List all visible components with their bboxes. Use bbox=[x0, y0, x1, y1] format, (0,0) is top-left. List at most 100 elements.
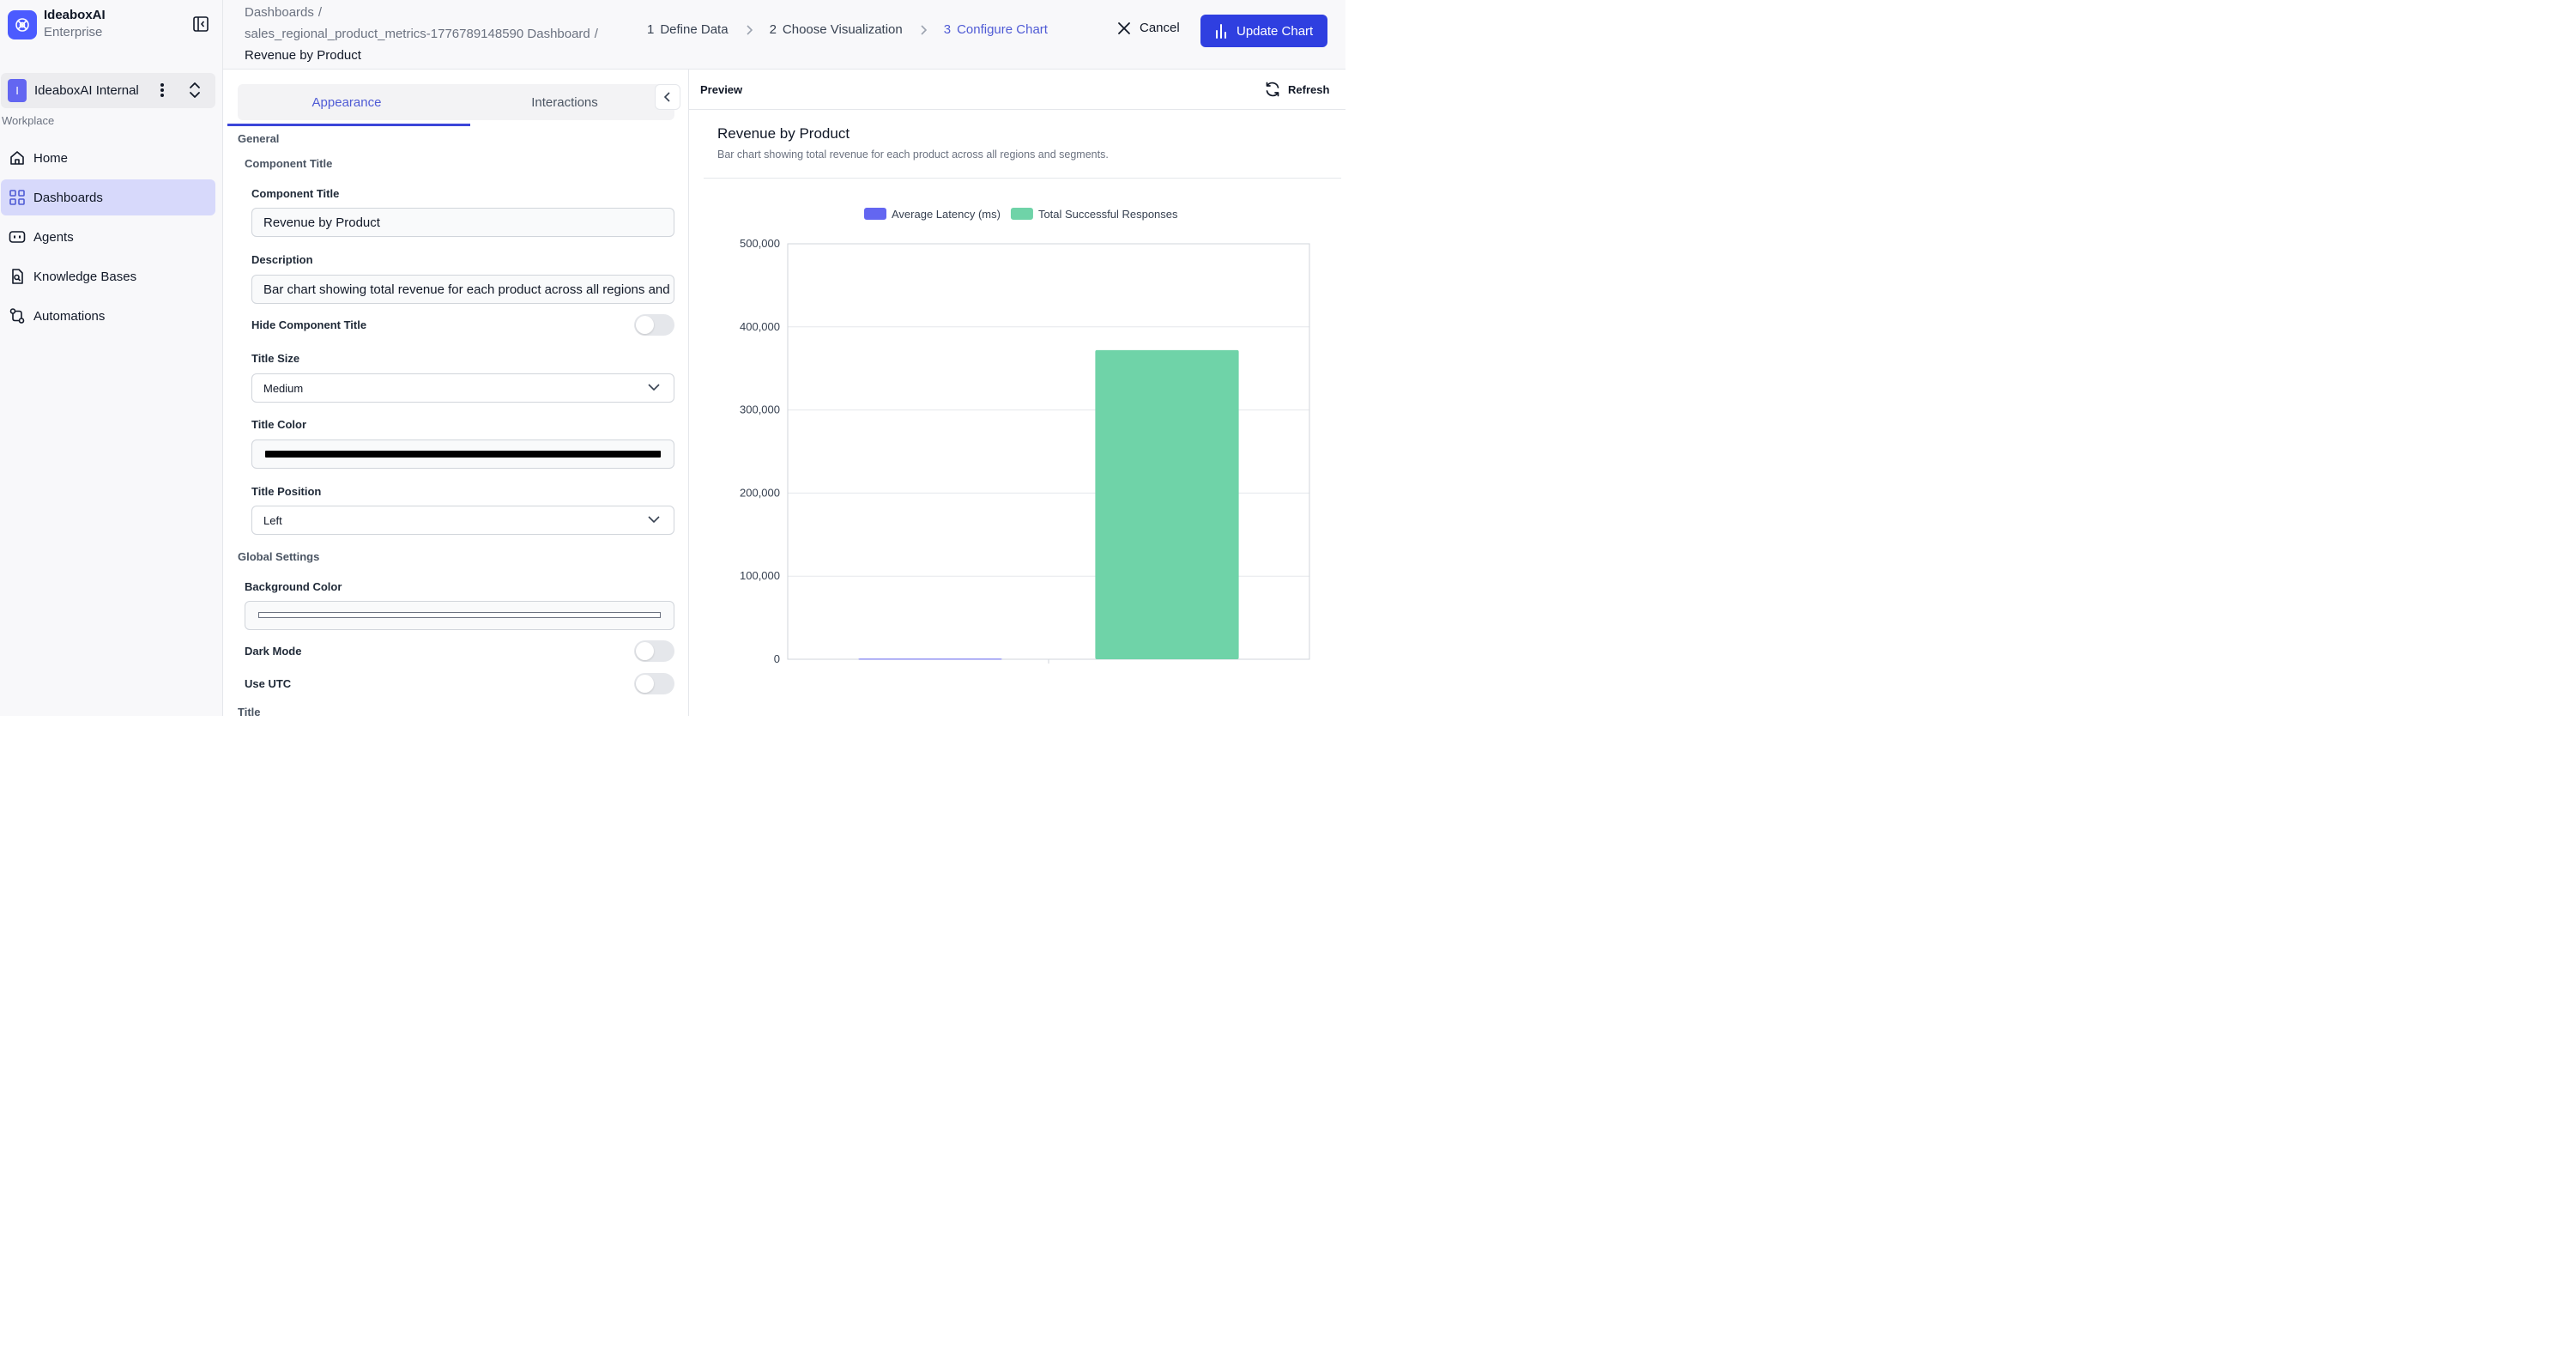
background-color-picker[interactable] bbox=[245, 601, 674, 630]
legend-swatch bbox=[864, 208, 886, 220]
breadcrumb-dashboards[interactable]: Dashboards bbox=[245, 5, 314, 20]
sidebar-item-knowledge-bases[interactable]: Knowledge Bases bbox=[1, 258, 215, 294]
description-label: Description bbox=[251, 253, 313, 266]
y-tick-label: 400,000 bbox=[740, 320, 780, 333]
cancel-button[interactable]: Cancel bbox=[1117, 21, 1180, 35]
bar-total-successful-responses bbox=[1095, 349, 1239, 659]
sidebar: IdeaboxAI Enterprise I IdeaboxAI Interna… bbox=[0, 0, 223, 716]
update-chart-button[interactable]: Update Chart bbox=[1200, 15, 1327, 47]
global-settings-title: Global Settings bbox=[238, 550, 320, 563]
dark-mode-label: Dark Mode bbox=[245, 645, 302, 658]
dark-mode-toggle[interactable] bbox=[634, 640, 674, 662]
title-color-picker[interactable] bbox=[251, 439, 674, 469]
step-configure-chart[interactable]: 3 Configure Chart bbox=[944, 22, 1048, 37]
title-size-value: Medium bbox=[263, 381, 304, 395]
brand-name: IdeaboxAI bbox=[44, 8, 106, 22]
sidebar-item-agents[interactable]: Agents bbox=[1, 219, 215, 255]
breadcrumb: Dashboards / sales_regional_product_metri… bbox=[245, 2, 598, 66]
legend-label: Average Latency (ms) bbox=[892, 208, 1001, 221]
chevron-left-icon bbox=[664, 92, 670, 102]
sidebar-collapse-button[interactable] bbox=[190, 14, 211, 34]
component-title-input[interactable]: Revenue by Product bbox=[251, 208, 674, 237]
use-utc-toggle[interactable] bbox=[634, 673, 674, 694]
top-header: Dashboards / sales_regional_product_metri… bbox=[223, 0, 1345, 70]
background-color-swatch bbox=[258, 612, 661, 618]
sidebar-item-dashboards[interactable]: Dashboards bbox=[1, 179, 215, 215]
y-tick-label: 0 bbox=[774, 652, 780, 665]
sidebar-item-label: Agents bbox=[33, 229, 74, 245]
close-icon bbox=[1118, 21, 1130, 34]
chart-title: Revenue by Product bbox=[717, 125, 850, 142]
org-avatar: I bbox=[8, 79, 27, 102]
refresh-label: Refresh bbox=[1288, 82, 1330, 96]
cancel-label: Cancel bbox=[1140, 21, 1180, 35]
description-input[interactable]: Bar chart showing total revenue for each… bbox=[251, 275, 674, 304]
y-tick-label: 100,000 bbox=[740, 569, 780, 582]
org-name: IdeaboxAI Internal bbox=[34, 83, 139, 98]
sidebar-item-label: Home bbox=[33, 150, 69, 166]
workflow-icon bbox=[9, 307, 26, 324]
preview-label: Preview bbox=[700, 83, 743, 96]
hide-title-label: Hide Component Title bbox=[251, 318, 367, 331]
panel-collapse-button[interactable] bbox=[655, 84, 680, 110]
title-position-select[interactable]: Left bbox=[251, 506, 674, 535]
bar-average-latency-ms bbox=[858, 658, 1002, 660]
update-chart-label: Update Chart bbox=[1237, 23, 1314, 39]
title-color-swatch bbox=[265, 451, 661, 458]
component-title-label: Component Title bbox=[251, 187, 340, 200]
sidebar-item-label: Dashboards bbox=[33, 190, 103, 205]
chevron-right-icon bbox=[920, 24, 927, 35]
sidebar-item-label: Knowledge Bases bbox=[33, 269, 137, 284]
brand-subtitle: Enterprise bbox=[44, 25, 103, 39]
config-panel: Appearance Interactions General Componen… bbox=[223, 70, 689, 716]
refresh-icon bbox=[1266, 82, 1279, 97]
sidebar-toggle-icon bbox=[193, 16, 209, 32]
title-color-label: Title Color bbox=[251, 418, 307, 431]
step-choose-visualization[interactable]: 2 Choose Visualization bbox=[770, 22, 903, 37]
chevron-down-icon bbox=[648, 384, 660, 391]
org-more-icon[interactable] bbox=[154, 81, 171, 100]
bar-chart: 0 100,000 200,000 300,000 400,000 500,000 Aver… bbox=[740, 208, 1310, 665]
title-size-label: Title Size bbox=[251, 352, 300, 365]
brand: IdeaboxAI Enterprise bbox=[8, 8, 106, 42]
breadcrumb-dashboard-name[interactable]: sales_regional_product_metrics-177678914… bbox=[245, 27, 590, 41]
chevron-right-icon bbox=[746, 24, 753, 35]
y-tick-label: 500,000 bbox=[740, 237, 780, 250]
general-section-title: General bbox=[238, 132, 280, 145]
tab-interactions[interactable]: Interactions bbox=[456, 84, 674, 120]
y-tick-label: 200,000 bbox=[740, 486, 780, 499]
wizard-steps: 1 Define Data 2 Choose Visualization 3 Conf… bbox=[647, 22, 1048, 37]
document-search-icon bbox=[9, 268, 26, 285]
sidebar-item-home[interactable]: Home bbox=[1, 140, 215, 176]
breadcrumb-separator: / bbox=[317, 5, 323, 20]
preview-header: Preview Refresh bbox=[689, 70, 1345, 110]
bar-chart-icon bbox=[1216, 24, 1226, 39]
sidebar-item-label: Automations bbox=[33, 308, 106, 324]
title-position-label: Title Position bbox=[251, 485, 322, 498]
title-size-select[interactable]: Medium bbox=[251, 373, 674, 403]
step-define-data[interactable]: 1 Define Data bbox=[647, 22, 729, 37]
title-section-heading: Title bbox=[238, 706, 261, 716]
tab-appearance[interactable]: Appearance bbox=[238, 84, 456, 120]
chart-description: Bar chart showing total revenue for each… bbox=[717, 149, 1109, 161]
legend-label: Total Successful Responses bbox=[1038, 208, 1178, 221]
bot-icon bbox=[9, 228, 26, 246]
chevrons-up-down-icon[interactable] bbox=[184, 81, 205, 100]
brand-logo-icon bbox=[8, 10, 37, 39]
title-position-value: Left bbox=[263, 513, 282, 527]
active-tab-indicator bbox=[227, 124, 470, 126]
sidebar-nav: Home Dashboards Agents Knowledge Bases A… bbox=[1, 140, 215, 337]
chevron-down-icon bbox=[648, 516, 660, 524]
hide-title-toggle[interactable] bbox=[634, 314, 674, 336]
org-switcher[interactable]: I IdeaboxAI Internal bbox=[1, 73, 215, 108]
breadcrumb-current: Revenue by Product bbox=[245, 48, 361, 63]
component-title-section: Component Title bbox=[245, 157, 333, 170]
config-tabs: Appearance Interactions bbox=[238, 84, 674, 120]
workplace-section-label: Workplace bbox=[2, 114, 55, 127]
use-utc-label: Use UTC bbox=[245, 677, 292, 690]
preview-panel: Preview Refresh Revenue by Product Bar c… bbox=[689, 70, 1345, 716]
legend-swatch bbox=[1010, 208, 1033, 220]
grid-icon bbox=[9, 189, 26, 206]
refresh-button[interactable]: Refresh bbox=[1264, 81, 1329, 98]
sidebar-item-automations[interactable]: Automations bbox=[1, 298, 215, 334]
